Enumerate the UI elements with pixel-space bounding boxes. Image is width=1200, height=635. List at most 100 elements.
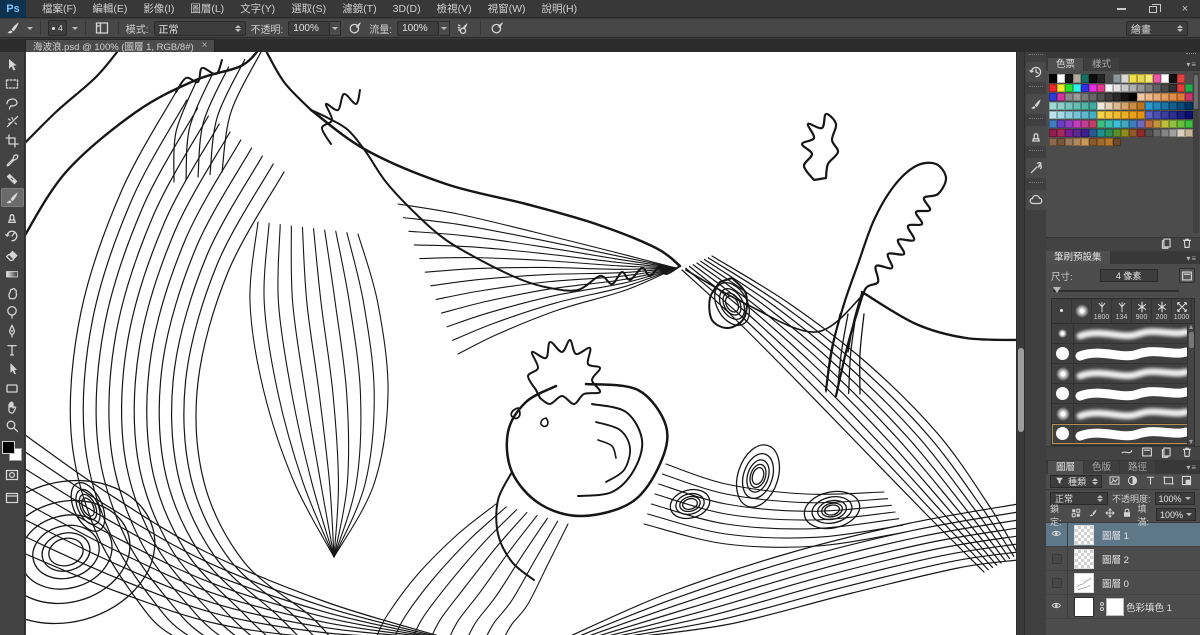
zoom-tool[interactable]: [1, 416, 24, 435]
menu-8[interactable]: 3D(D): [385, 0, 429, 18]
color-swatch[interactable]: [1081, 102, 1089, 110]
color-swatch[interactable]: [1137, 74, 1145, 83]
color-swatch[interactable]: [1057, 111, 1065, 119]
layer-row-4[interactable]: 色彩填色 1: [1046, 595, 1200, 619]
brush-preset-row-3[interactable]: [1052, 364, 1194, 384]
color-swatch[interactable]: [1057, 93, 1065, 101]
swatches-scrollbar[interactable]: [1193, 73, 1199, 233]
tab-close-icon[interactable]: ×: [202, 41, 208, 51]
layer-mask-thumbnail[interactable]: [1106, 598, 1124, 616]
color-swatch[interactable]: [1129, 84, 1137, 92]
collapse-panels-icon[interactable]: [1186, 53, 1196, 56]
layer-visibility-toggle[interactable]: [1046, 571, 1068, 595]
color-swatch[interactable]: [1089, 138, 1097, 146]
color-swatch[interactable]: [1153, 93, 1161, 101]
color-swatch[interactable]: [1177, 74, 1185, 83]
workspace-switcher[interactable]: 繪畫: [1126, 21, 1188, 36]
color-swatch[interactable]: [1105, 129, 1113, 137]
color-swatch[interactable]: [1105, 93, 1113, 101]
color-swatch[interactable]: [1081, 120, 1089, 128]
color-swatch[interactable]: [1137, 84, 1145, 92]
color-swatch[interactable]: [1153, 84, 1161, 92]
color-swatch[interactable]: [1057, 84, 1065, 92]
menu-6[interactable]: 選取(S): [283, 0, 334, 18]
menu-7[interactable]: 濾鏡(T): [334, 0, 384, 18]
color-swatch[interactable]: [1145, 129, 1153, 137]
color-swatch[interactable]: [1097, 102, 1105, 110]
filter-pixel-icon[interactable]: [1108, 474, 1121, 490]
swatches-tab-1[interactable]: 色票: [1048, 58, 1083, 71]
color-swatch[interactable]: [1089, 84, 1097, 92]
gradient-tool[interactable]: [1, 264, 24, 283]
screen-mode-button[interactable]: [1, 488, 24, 507]
color-swatch[interactable]: [1105, 84, 1113, 92]
color-swatch[interactable]: [1073, 102, 1081, 110]
color-swatch[interactable]: [1073, 129, 1081, 137]
swatches-tab-2[interactable]: 樣式: [1084, 58, 1119, 71]
color-swatch[interactable]: [1169, 129, 1177, 137]
layer-row-1[interactable]: 圖層 1: [1046, 523, 1200, 547]
color-swatch[interactable]: [1065, 120, 1073, 128]
color-swatch[interactable]: [1185, 120, 1193, 128]
magic-wand-tool[interactable]: [1, 112, 24, 131]
color-swatch[interactable]: [1049, 111, 1057, 119]
brush-stroke-preview-toggle-icon[interactable]: [1179, 268, 1195, 283]
brush-presets-tab[interactable]: 筆刷預設集: [1046, 251, 1110, 264]
color-swatch[interactable]: [1081, 93, 1089, 101]
clone-source-panel-icon[interactable]: [1026, 126, 1046, 146]
color-swatch[interactable]: [1137, 93, 1145, 101]
color-swatch[interactable]: [1081, 129, 1089, 137]
color-swatch[interactable]: [1121, 120, 1129, 128]
color-swatch[interactable]: [1161, 84, 1169, 92]
history-brush-tool[interactable]: [1, 226, 24, 245]
clone-stamp-tool[interactable]: [1, 207, 24, 226]
pen-tool[interactable]: [1, 321, 24, 340]
color-swatch[interactable]: [1137, 111, 1145, 119]
creative-cloud-icon[interactable]: [1026, 190, 1046, 210]
color-swatch[interactable]: [1129, 120, 1137, 128]
color-swatch[interactable]: [1145, 74, 1153, 83]
color-swatch[interactable]: [1129, 129, 1137, 137]
brush-size-value[interactable]: 4 像素: [1100, 269, 1158, 282]
color-swatch[interactable]: [1169, 102, 1177, 110]
color-swatch[interactable]: [1161, 120, 1169, 128]
color-swatch[interactable]: [1153, 74, 1161, 83]
color-swatch[interactable]: [1065, 138, 1073, 146]
move-tool[interactable]: [1, 55, 24, 74]
color-swatch[interactable]: [1065, 129, 1073, 137]
color-swatch[interactable]: [1097, 84, 1105, 92]
spot-healing-brush-tool[interactable]: [1, 169, 24, 188]
brush-tip-1000[interactable]: 1000: [1172, 299, 1192, 323]
color-swatch[interactable]: [1057, 102, 1065, 110]
color-swatch[interactable]: [1161, 74, 1169, 83]
brush-size-slider[interactable]: [1053, 286, 1193, 296]
color-swatch[interactable]: [1073, 84, 1081, 92]
layer-visibility-toggle[interactable]: [1046, 523, 1068, 547]
brush-preset-picker[interactable]: 4: [48, 20, 67, 36]
color-swatch[interactable]: [1121, 74, 1129, 83]
color-swatch[interactable]: [1169, 93, 1177, 101]
color-swatch[interactable]: [1177, 120, 1185, 128]
color-swatch[interactable]: [1097, 74, 1105, 83]
lock-all-icon[interactable]: [1121, 507, 1133, 522]
filter-adjust-icon[interactable]: [1126, 474, 1139, 490]
color-swatch[interactable]: [1113, 102, 1121, 110]
color-swatch[interactable]: [1169, 74, 1177, 83]
lock-transparent-icon[interactable]: [1070, 507, 1082, 522]
color-swatch[interactable]: [1073, 111, 1081, 119]
color-swatch[interactable]: [1113, 84, 1121, 92]
color-swatch[interactable]: [1177, 111, 1185, 119]
color-swatch[interactable]: [1113, 129, 1121, 137]
color-swatch[interactable]: [1057, 138, 1065, 146]
layer-opacity-select[interactable]: 100%: [1155, 492, 1195, 505]
color-swatch[interactable]: [1105, 138, 1113, 146]
color-swatch[interactable]: [1113, 120, 1121, 128]
color-swatch[interactable]: [1065, 74, 1073, 83]
restore-button[interactable]: [1144, 3, 1162, 15]
color-swatch[interactable]: [1065, 102, 1073, 110]
close-button[interactable]: ×: [1176, 3, 1194, 15]
color-swatch[interactable]: [1169, 111, 1177, 119]
color-swatch[interactable]: [1049, 84, 1057, 92]
color-swatch[interactable]: [1145, 84, 1153, 92]
layers-panel-menu-icon[interactable]: ▾≡: [1186, 463, 1197, 472]
